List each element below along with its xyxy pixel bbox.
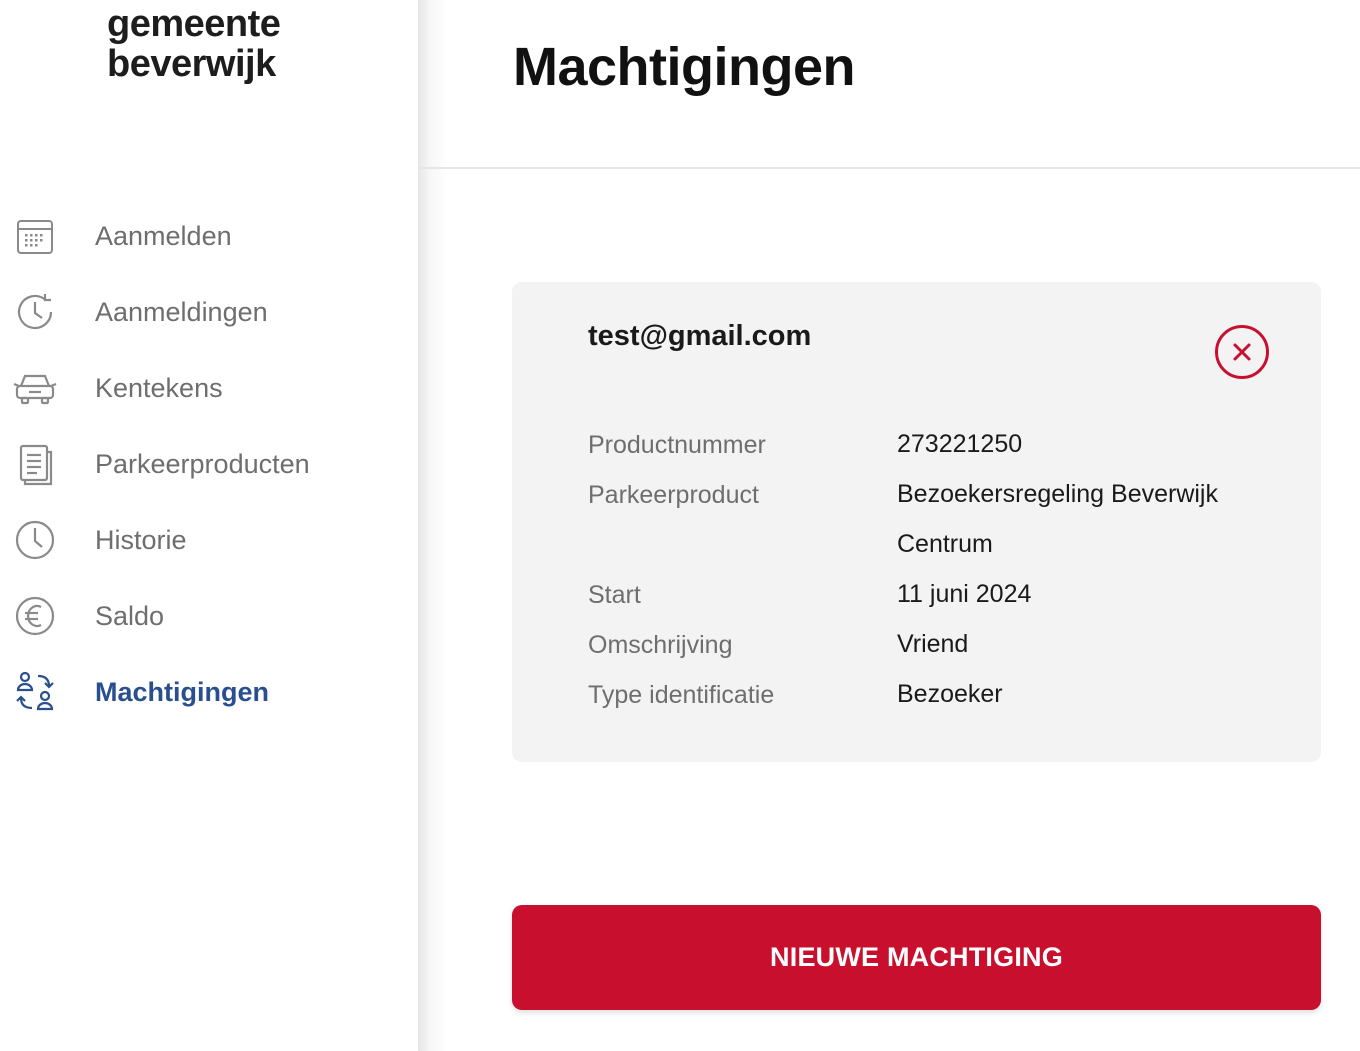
close-icon: [1233, 343, 1251, 361]
new-authorization-button[interactable]: NIEUWE MACHTIGING: [512, 905, 1321, 1010]
euro-icon: [10, 591, 60, 641]
sidebar-item-label: Aanmeldingen: [95, 296, 268, 327]
card-email: test@gmail.com: [588, 320, 812, 352]
detail-value: Bezoekersregeling Beverwijk Centrum: [897, 480, 1218, 558]
sidebar: gemeente beverwijk Aanmelden Aanmeldinge…: [0, 0, 418, 1051]
sidebar-item-aanmeldingen[interactable]: Aanmeldingen: [0, 280, 418, 344]
detail-value: 273221250: [897, 430, 1023, 458]
sidebar-item-label: Parkeerproducten: [95, 448, 310, 479]
header-divider: [420, 167, 1360, 169]
detail-value: 11 juni 2024: [897, 580, 1032, 608]
page-title: Machtigingen: [513, 37, 856, 97]
sidebar-item-label: Kentekens: [95, 372, 223, 403]
sidebar-item-label: Saldo: [95, 600, 165, 631]
sidebar-item-aanmelden[interactable]: Aanmelden: [0, 204, 418, 268]
detail-label: Start: [588, 581, 641, 609]
document-icon: [10, 439, 60, 489]
detail-label: Type identificatie: [588, 681, 775, 709]
sidebar-item-label: Machtigingen: [95, 676, 269, 707]
authorization-card: test@gmail.com Productnummer 273221250 P…: [512, 282, 1321, 762]
sidebar-item-historie[interactable]: Historie: [0, 508, 418, 572]
logo-line-1: gemeente: [107, 3, 281, 45]
sidebar-item-label: Historie: [95, 524, 187, 555]
car-icon: [10, 363, 60, 413]
detail-value: Vriend: [897, 630, 969, 658]
logo-line-2: beverwijk: [107, 43, 276, 85]
sidebar-item-saldo[interactable]: Saldo: [0, 584, 418, 648]
sidebar-shadow: [418, 0, 448, 1051]
sidebar-item-label: Aanmelden: [95, 220, 232, 251]
new-authorization-button-label: NIEUWE MACHTIGING: [770, 942, 1063, 972]
remove-authorization-button[interactable]: [1215, 325, 1269, 379]
detail-label: Parkeerproduct: [588, 481, 759, 509]
clock-icon: [10, 515, 60, 565]
calendar-icon: [10, 211, 60, 261]
users-swap-icon: [10, 667, 60, 717]
gemeente-beverwijk-logo[interactable]: gemeente beverwijk: [107, 3, 281, 85]
clock-arrow-icon: [10, 287, 60, 337]
sidebar-item-parkeerproducten[interactable]: Parkeerproducten: [0, 432, 418, 496]
sidebar-item-kentekens[interactable]: Kentekens: [0, 356, 418, 420]
detail-label: Productnummer: [588, 431, 766, 459]
detail-value: Bezoeker: [897, 680, 1003, 708]
detail-label: Omschrijving: [588, 631, 733, 659]
sidebar-item-machtigingen[interactable]: Machtigingen: [0, 660, 418, 724]
